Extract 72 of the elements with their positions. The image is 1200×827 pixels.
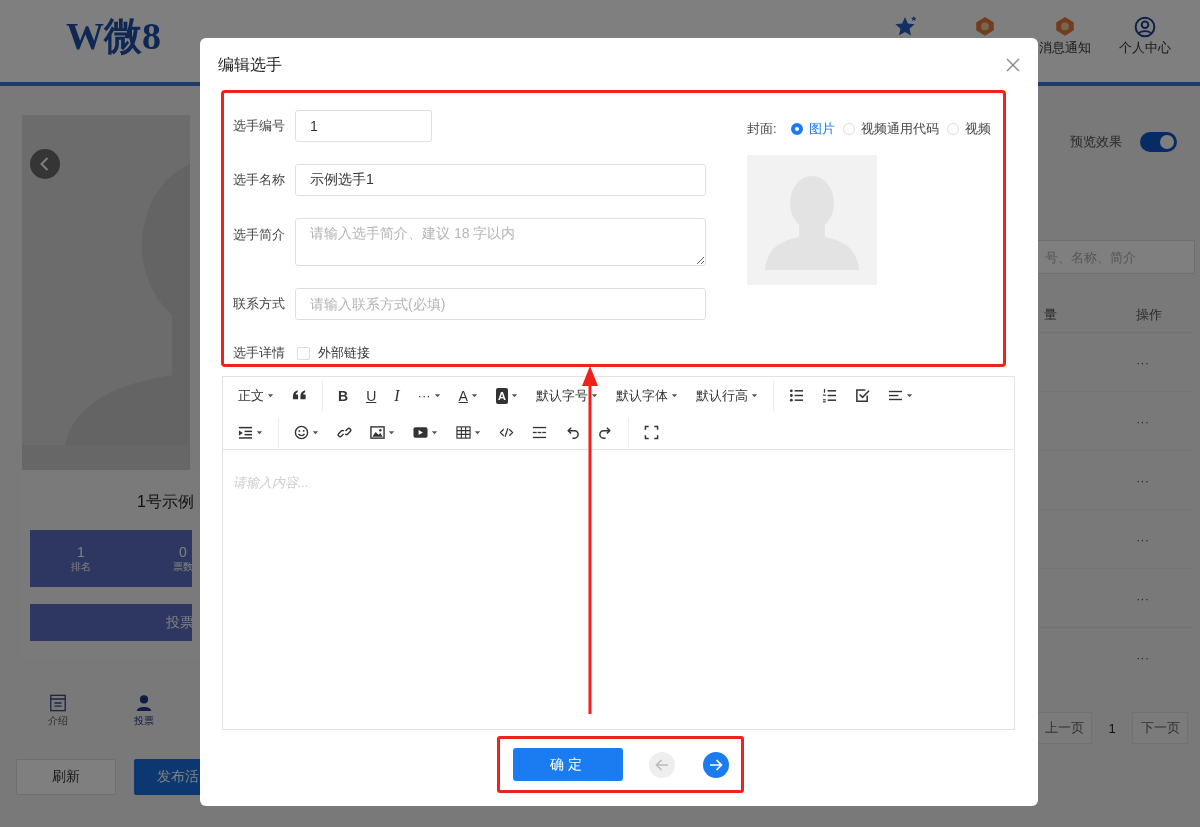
field-label: 选手编号 bbox=[233, 117, 285, 135]
preview-toggle[interactable] bbox=[1140, 132, 1177, 152]
radio-label: 视频通用代码 bbox=[860, 120, 939, 138]
undo-icon bbox=[565, 425, 580, 440]
radio-label: 视频 bbox=[964, 120, 991, 138]
checklist-icon bbox=[854, 388, 870, 403]
toolbar-dropdown[interactable]: 默认字体 bbox=[606, 380, 687, 411]
stat-value: 1 bbox=[77, 544, 85, 560]
dashed-line-icon bbox=[532, 425, 547, 440]
column-header: 量 bbox=[1043, 306, 1058, 324]
more-actions[interactable]: ··· bbox=[1124, 531, 1184, 547]
logo[interactable]: W微8 bbox=[66, 14, 161, 58]
more-actions[interactable]: ··· bbox=[1124, 354, 1184, 370]
italic-button[interactable]: I bbox=[385, 380, 409, 411]
text-field[interactable]: 请输入联系方式(必填) bbox=[295, 288, 706, 320]
preview-tab[interactable]: 投票 bbox=[126, 694, 162, 728]
field-label: 选手详情 bbox=[233, 344, 285, 362]
preview-tab[interactable]: 介绍 bbox=[40, 694, 76, 728]
confirm-button[interactable]: 确定 bbox=[512, 748, 623, 781]
color-button[interactable]: A bbox=[449, 380, 487, 411]
close-icon[interactable] bbox=[1006, 58, 1020, 72]
toolbar-dropdown[interactable]: 正文 bbox=[229, 380, 283, 411]
fullscreen-icon bbox=[644, 425, 659, 440]
field-label: 选手名称 bbox=[233, 171, 285, 189]
user-icon bbox=[135, 694, 153, 712]
video-icon bbox=[413, 425, 428, 440]
header-link[interactable]: 消息通知 bbox=[1039, 40, 1091, 56]
star-icon[interactable] bbox=[894, 16, 916, 38]
table-icon bbox=[456, 425, 471, 440]
highlight-button[interactable]: A bbox=[486, 380, 527, 411]
more-actions[interactable]: ··· bbox=[1124, 413, 1184, 429]
player-name: 1号示例 bbox=[136, 492, 192, 512]
image-icon bbox=[370, 425, 385, 440]
field-label: 联系方式 bbox=[233, 295, 285, 313]
next-button[interactable] bbox=[702, 751, 729, 778]
link-icon bbox=[337, 425, 352, 440]
underline-button[interactable]: U bbox=[357, 380, 386, 411]
dialog-title: 编辑选手 bbox=[218, 54, 282, 75]
radio-button[interactable] bbox=[790, 123, 803, 135]
toolbar-dropdown[interactable]: 默认行高 bbox=[686, 380, 767, 411]
align-icon bbox=[887, 388, 903, 403]
code-icon bbox=[499, 425, 514, 440]
page-number[interactable]: 1 bbox=[1104, 720, 1120, 736]
more-actions[interactable]: ··· bbox=[1124, 649, 1184, 665]
bullet-list-icon bbox=[788, 388, 804, 403]
smiley-icon bbox=[294, 425, 309, 440]
intro-field[interactable]: 请输入选手简介、建议 18 字以内 bbox=[295, 218, 706, 266]
header-link[interactable]: 个人中心 bbox=[1119, 40, 1171, 56]
stat-label: 排名 bbox=[71, 560, 91, 573]
field-label: 封面: bbox=[747, 120, 777, 138]
bold-button[interactable]: B bbox=[329, 380, 358, 411]
text-field[interactable]: 1 bbox=[295, 110, 432, 142]
stat-label: 票数 bbox=[173, 560, 192, 573]
column-header: 操作 bbox=[1135, 306, 1163, 324]
stat-value: 0 bbox=[179, 544, 187, 560]
redo-icon bbox=[598, 425, 613, 440]
document-icon bbox=[49, 694, 67, 712]
more-actions[interactable]: ··· bbox=[1124, 590, 1184, 606]
numbered-list-icon bbox=[821, 388, 837, 403]
checkbox-label: 外部链接 bbox=[318, 344, 370, 362]
indent-icon bbox=[238, 425, 253, 440]
checkbox[interactable] bbox=[297, 346, 310, 360]
back-icon[interactable] bbox=[30, 149, 60, 179]
toolbar-dropdown[interactable]: ··· bbox=[408, 380, 450, 411]
field-label: 选手简介 bbox=[233, 226, 285, 244]
radio-label: 图片 bbox=[808, 120, 835, 138]
refresh-button[interactable]: 刷新 bbox=[16, 759, 116, 795]
toggle-label: 预览效果 bbox=[1070, 133, 1122, 151]
text-field[interactable]: 示例选手1 bbox=[295, 164, 706, 196]
toolbar-dropdown[interactable]: 默认字号 bbox=[526, 380, 607, 411]
more-actions[interactable]: ··· bbox=[1124, 472, 1184, 488]
user-icon[interactable] bbox=[1134, 16, 1156, 38]
